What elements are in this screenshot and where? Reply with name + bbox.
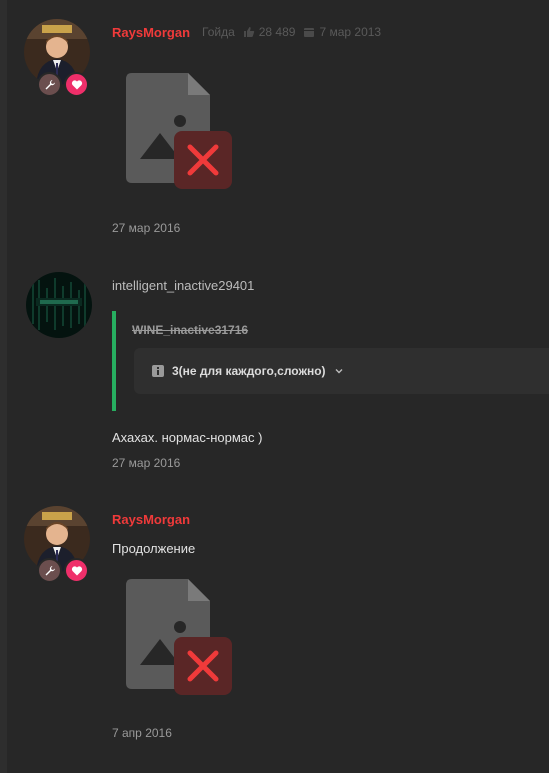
message-text: Ахахах. нормас-нормас ) bbox=[112, 430, 263, 445]
chevron-down-icon bbox=[335, 369, 343, 374]
wrench-icon bbox=[37, 72, 62, 97]
registered-value: 7 мар 2013 bbox=[319, 25, 382, 39]
spoiler-toggle[interactable]: 3(не для каждого,сложно) bbox=[134, 348, 549, 394]
heart-icon bbox=[64, 558, 89, 583]
likes-count: 28 489 bbox=[243, 25, 296, 39]
user-badges bbox=[37, 72, 89, 97]
registered-date: 7 мар 2013 bbox=[303, 25, 381, 39]
wrench-icon bbox=[37, 558, 62, 583]
quote-author[interactable]: WINE_inactive31716 bbox=[132, 323, 248, 337]
likes-value: 28 489 bbox=[258, 25, 296, 39]
user-group: Гойда bbox=[202, 25, 235, 39]
info-icon bbox=[152, 365, 164, 377]
username-link[interactable]: RaysMorgan bbox=[112, 512, 190, 527]
heart-icon bbox=[64, 72, 89, 97]
avatar[interactable] bbox=[26, 272, 92, 338]
user-meta: Гойда 28 489 7 мар 2013 bbox=[202, 25, 381, 39]
broken-image-icon[interactable] bbox=[126, 579, 234, 702]
thumbs-up-icon bbox=[243, 27, 254, 37]
user-badges bbox=[37, 558, 89, 583]
spoiler-label: 3(не для каждого,сложно) bbox=[172, 364, 326, 378]
quote-block: WINE_inactive31716 3(не для каждого,слож… bbox=[112, 311, 549, 411]
username-link[interactable]: intelligent_inactive29401 bbox=[112, 278, 254, 293]
post-date[interactable]: 27 мар 2016 bbox=[112, 221, 180, 235]
message-text: Продолжение bbox=[112, 541, 196, 556]
post-date[interactable]: 27 мар 2016 bbox=[112, 456, 180, 470]
username-link[interactable]: RaysMorgan bbox=[112, 25, 190, 40]
calendar-icon bbox=[304, 28, 315, 37]
post-date[interactable]: 7 апр 2016 bbox=[112, 726, 172, 740]
left-sidebar-edge bbox=[0, 0, 7, 773]
broken-image-icon[interactable] bbox=[126, 73, 234, 196]
